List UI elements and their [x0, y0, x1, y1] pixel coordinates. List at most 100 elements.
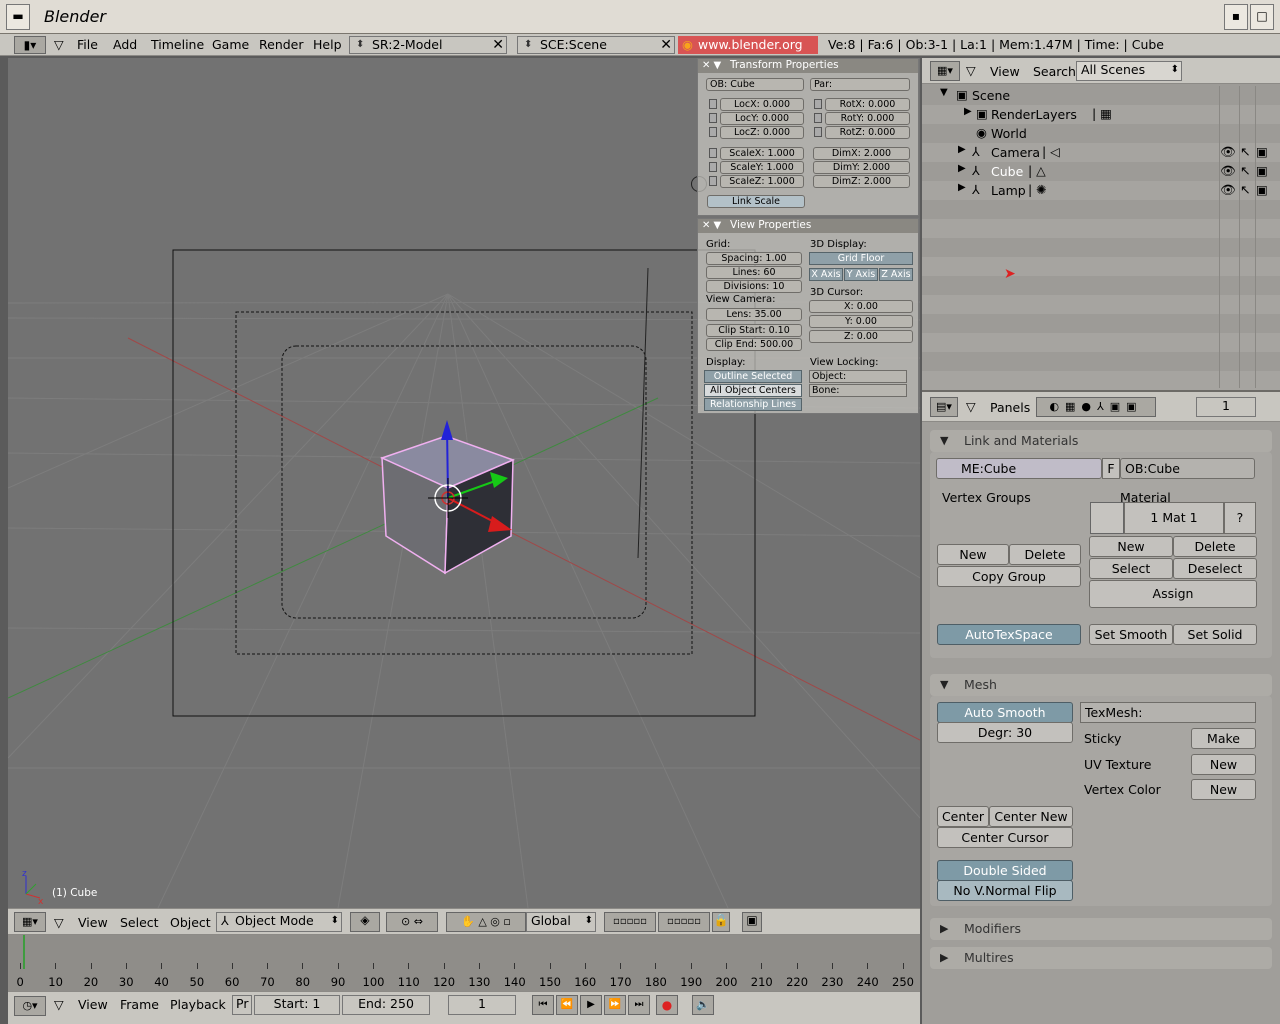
- panels-menu[interactable]: Panels: [990, 400, 1030, 415]
- autotexspace-toggle[interactable]: AutoTexSpace: [937, 624, 1081, 645]
- start-frame-field[interactable]: Start: 1: [254, 995, 340, 1015]
- render-preview-icon[interactable]: ▣: [742, 912, 762, 932]
- prev-keyframe-icon[interactable]: ⏪: [556, 995, 578, 1015]
- audio-icon[interactable]: 🔈: [692, 995, 714, 1015]
- dimz-field[interactable]: DimZ: 2.000: [813, 175, 910, 188]
- timeline-view-menu[interactable]: View: [78, 997, 108, 1012]
- context-tabs[interactable]: ◐▦●⅄▣▣: [1036, 397, 1156, 417]
- timeline-playback-menu[interactable]: Playback: [170, 997, 226, 1012]
- material-new-button[interactable]: New: [1089, 536, 1173, 557]
- lock-icon[interactable]: [814, 113, 822, 123]
- preview-range-toggle[interactable]: Pr: [232, 995, 252, 1015]
- grid-divisions-field[interactable]: Divisions: 10: [706, 280, 802, 293]
- cursor-x-field[interactable]: X: 0.00: [809, 300, 913, 313]
- material-assign-button[interactable]: Assign: [1089, 580, 1257, 608]
- outliner-item-renderlayers[interactable]: RenderLayers: [991, 107, 1077, 122]
- maximize-icon[interactable]: □: [1250, 4, 1274, 30]
- menu-file[interactable]: File: [77, 37, 98, 52]
- jump-start-icon[interactable]: ⏮: [532, 995, 554, 1015]
- timeline-area[interactable]: 0 10 20 30 40 50 60 70 80 90 100 110 120 130 140 150 160…: [8, 935, 920, 991]
- set-solid-button[interactable]: Set Solid: [1173, 624, 1257, 645]
- rotz-field[interactable]: RotZ: 0.000: [825, 126, 910, 139]
- menu-add[interactable]: Add: [113, 37, 137, 52]
- draw-type-icon[interactable]: ◈: [350, 912, 380, 932]
- record-icon[interactable]: ●: [656, 995, 678, 1015]
- texmesh-field[interactable]: TexMesh:: [1080, 702, 1256, 723]
- window-menu-icon[interactable]: ▬: [6, 4, 30, 30]
- grid-lines-field[interactable]: Lines: 60: [706, 266, 802, 279]
- object-name-field[interactable]: OB:Cube: [1120, 458, 1255, 479]
- material-index-field[interactable]: 1 Mat 1: [1124, 502, 1224, 534]
- outliner-row[interactable]: ▶ ⅄ Cube | △ 👁 ↖ ▣: [922, 162, 1280, 181]
- center-cursor-button[interactable]: Center Cursor: [937, 827, 1073, 848]
- double-sided-toggle[interactable]: Double Sided: [937, 860, 1073, 881]
- next-keyframe-icon[interactable]: ⏩: [604, 995, 626, 1015]
- editor-type-icon[interactable]: ◷▾: [14, 996, 46, 1016]
- lock-icon[interactable]: [709, 113, 717, 123]
- outliner-item-cube[interactable]: Cube: [991, 164, 1023, 179]
- no-vnormal-flip-toggle[interactable]: No V.Normal Flip: [937, 880, 1073, 901]
- expand-icon[interactable]: ▶: [964, 106, 972, 117]
- screen-selector[interactable]: ⬍ SR:2-Model ✕: [349, 36, 507, 54]
- y-axis-toggle[interactable]: Y Axis: [844, 268, 878, 281]
- mesh-name-field[interactable]: ME:Cube: [936, 458, 1102, 479]
- cursor-z-field[interactable]: Z: 0.00: [809, 330, 913, 343]
- outliner-row[interactable]: ▶ ⅄ Camera | ◁ 👁 ↖ ▣: [922, 143, 1280, 162]
- vgroup-new-button[interactable]: New: [937, 544, 1009, 565]
- relationship-lines-toggle[interactable]: Relationship Lines: [704, 398, 802, 411]
- modifiers-panel-header[interactable]: ▶ Modifiers: [930, 918, 1272, 940]
- outliner-item-world[interactable]: World: [991, 126, 1027, 141]
- expand-icon[interactable]: ▶: [958, 182, 966, 193]
- frame-field[interactable]: 1: [1196, 397, 1256, 417]
- editor-type-icon[interactable]: ▦▾: [14, 912, 46, 932]
- panel-header[interactable]: ✕ ▼ Transform Properties: [698, 59, 918, 73]
- expand-icon[interactable]: ▶: [958, 163, 966, 174]
- header-collapse-icon[interactable]: ▽: [966, 63, 976, 78]
- view-menu[interactable]: View: [78, 915, 108, 930]
- object-menu[interactable]: Object: [170, 915, 211, 930]
- locx-field[interactable]: LocX: 0.000: [720, 98, 804, 111]
- timeline-frame-menu[interactable]: Frame: [120, 997, 159, 1012]
- outliner-view-menu[interactable]: View: [990, 64, 1020, 79]
- mode-selector[interactable]: ⅄ Object Mode ⬍: [216, 912, 342, 932]
- clip-end-field[interactable]: Clip End: 500.00: [706, 338, 802, 351]
- orientation-selector[interactable]: Global ⬍: [526, 912, 596, 932]
- outliner-item-camera[interactable]: Camera: [991, 145, 1040, 160]
- lock-icon[interactable]: [814, 127, 822, 137]
- editor-type-icon[interactable]: ▮▾: [14, 36, 46, 54]
- link-scale-toggle[interactable]: Link Scale: [707, 195, 805, 208]
- close-icon[interactable]: ✕ ▼: [702, 59, 721, 72]
- dimy-field[interactable]: DimY: 2.000: [813, 161, 910, 174]
- scalez-field[interactable]: ScaleZ: 1.000: [720, 175, 804, 188]
- link-materials-panel-header[interactable]: ▼ Link and Materials: [930, 430, 1272, 452]
- dimx-field[interactable]: DimX: 2.000: [813, 147, 910, 160]
- render-icon[interactable]: ▣: [1256, 144, 1268, 159]
- play-icon[interactable]: ▶: [580, 995, 602, 1015]
- material-select-button[interactable]: Select: [1089, 558, 1173, 579]
- sticky-make-button[interactable]: Make: [1191, 728, 1256, 749]
- set-smooth-button[interactable]: Set Smooth: [1089, 624, 1173, 645]
- lock-layers-icon[interactable]: 🔒: [712, 912, 730, 932]
- material-delete-button[interactable]: Delete: [1173, 536, 1257, 557]
- lock-object-field[interactable]: Object:: [809, 370, 907, 383]
- visibility-eye-icon[interactable]: 👁: [1220, 182, 1236, 198]
- editor-type-icon[interactable]: ▤▾: [930, 397, 958, 417]
- locz-field[interactable]: LocZ: 0.000: [720, 126, 804, 139]
- roty-field[interactable]: RotY: 0.000: [825, 112, 910, 125]
- vertex-color-new-button[interactable]: New: [1191, 779, 1256, 800]
- uv-texture-new-button[interactable]: New: [1191, 754, 1256, 775]
- cursor-y-field[interactable]: Y: 0.00: [809, 315, 913, 328]
- visibility-eye-icon[interactable]: 👁: [1220, 144, 1236, 160]
- scalex-field[interactable]: ScaleX: 1.000: [720, 147, 804, 160]
- scene-filter-dropdown[interactable]: All Scenes ⬍: [1076, 61, 1182, 81]
- render-icon[interactable]: ▣: [1256, 163, 1268, 178]
- close-icon[interactable]: ✕: [492, 37, 504, 53]
- material-deselect-button[interactable]: Deselect: [1173, 558, 1257, 579]
- outline-selected-toggle[interactable]: Outline Selected: [704, 370, 802, 383]
- scene-selector[interactable]: ⬍ SCE:Scene ✕: [517, 36, 675, 54]
- close-icon[interactable]: ✕: [660, 37, 672, 53]
- rotx-field[interactable]: RotX: 0.000: [825, 98, 910, 111]
- mesh-panel-header[interactable]: ▼ Mesh: [930, 674, 1272, 696]
- copy-group-button[interactable]: Copy Group: [937, 566, 1081, 587]
- panel-header[interactable]: ✕ ▼ View Properties: [698, 219, 918, 233]
